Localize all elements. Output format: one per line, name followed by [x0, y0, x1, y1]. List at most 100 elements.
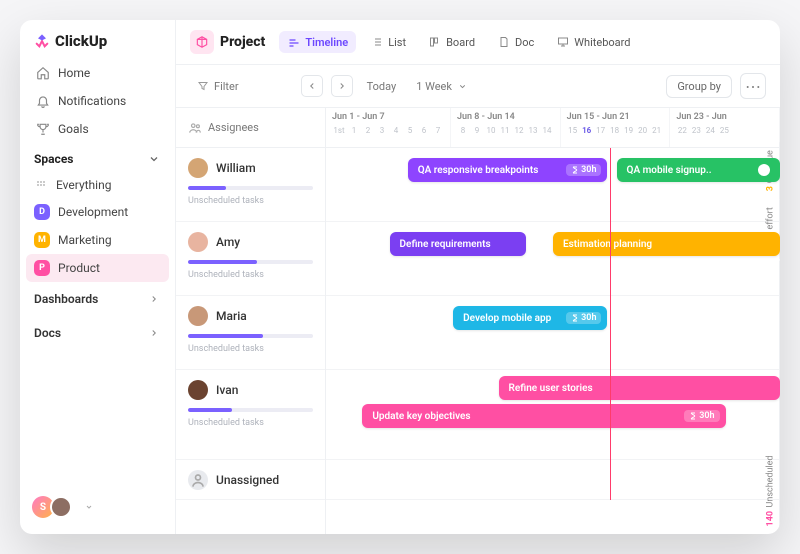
next-button[interactable] — [331, 75, 353, 97]
task-bar[interactable]: QA responsive breakpoints30h — [408, 158, 608, 182]
spaces-header[interactable]: Spaces — [20, 142, 175, 172]
task-bar[interactable]: Define requirements — [390, 232, 526, 256]
assignee-name-wrap: Amy — [188, 232, 313, 252]
space-badge: M — [34, 232, 50, 248]
board-icon — [428, 35, 442, 49]
avatar — [188, 380, 208, 400]
grid-icon — [34, 178, 48, 192]
assignee-row[interactable]: Maria Unscheduled tasks — [176, 296, 325, 370]
sidebar-item-everything[interactable]: Everything — [20, 172, 175, 198]
task-label: Develop mobile app — [463, 313, 551, 324]
prev-button[interactable] — [301, 75, 323, 97]
more-button[interactable]: ⋯ — [740, 73, 766, 99]
app-window: ClickUp Home Notifications Goals Spaces … — [20, 20, 780, 534]
filter-button[interactable]: Filter — [190, 76, 245, 96]
assignees-header-label: Assignees — [208, 121, 259, 134]
assignee-name-wrap: William — [188, 158, 313, 178]
view-tab-timeline[interactable]: Timeline — [279, 31, 356, 53]
space-badge: D — [34, 204, 50, 220]
toolbar: Filter Today 1 Week Group by ⋯ — [176, 65, 780, 108]
primary-nav: Home Notifications Goals — [20, 60, 175, 142]
unscheduled-label[interactable]: Unscheduled tasks — [188, 270, 313, 280]
assignee-name-wrap: Unassigned — [188, 470, 313, 490]
assignee-row[interactable]: William Unscheduled tasks — [176, 148, 325, 222]
progress-bar — [188, 408, 313, 412]
view-tab-whiteboard[interactable]: Whiteboard — [548, 31, 638, 53]
task-bar[interactable]: Refine user stories — [499, 376, 780, 400]
app-name: ClickUp — [55, 32, 107, 50]
task-label: Update key objectives — [372, 411, 470, 422]
task-bar[interactable]: QA mobile signup..i — [617, 158, 780, 182]
bell-icon — [36, 94, 50, 108]
nav-notifications[interactable]: Notifications — [26, 88, 169, 114]
view-tab-board[interactable]: Board — [420, 31, 483, 53]
groupby-button[interactable]: Group by — [666, 75, 732, 98]
view-tab-label: List — [388, 36, 406, 49]
chevron-down-icon — [456, 79, 470, 93]
nav-goals[interactable]: Goals — [26, 116, 169, 142]
nav-dashboards[interactable]: Dashboards — [20, 282, 175, 316]
sidebar-footer: S — [20, 488, 175, 526]
assignee-row[interactable]: Ivan Unscheduled tasks — [176, 370, 325, 460]
unscheduled-label[interactable]: Unscheduled tasks — [188, 344, 313, 354]
nav-home[interactable]: Home — [26, 60, 169, 86]
timeline-grid[interactable]: Jun 1 - Jun 71st1234567Jun 8 - Jun 14891… — [326, 108, 780, 534]
view-tab-list[interactable]: List — [362, 31, 414, 53]
nav-docs[interactable]: Docs — [20, 316, 175, 350]
chevron-down-icon — [147, 152, 161, 166]
user-avatar[interactable] — [50, 496, 72, 518]
filter-label: Filter — [214, 80, 239, 93]
timeline-lane — [326, 460, 780, 500]
chevron-right-icon — [147, 292, 161, 306]
range-select[interactable]: 1 Week — [410, 76, 476, 96]
day-numbers: 891011121314 — [457, 126, 554, 135]
app-logo[interactable]: ClickUp — [20, 32, 175, 60]
top-bar: Project Timeline List Board Doc Whiteboa… — [176, 20, 780, 65]
sidebar-item-development[interactable]: D Development — [20, 198, 175, 226]
nav-label: Home — [58, 66, 90, 80]
sidebar-item-marketing[interactable]: M Marketing — [20, 226, 175, 254]
sidebar-item-label: Marketing — [58, 233, 112, 247]
section-label: Dashboards — [34, 292, 98, 306]
day-numbers: 22232425 — [676, 126, 773, 135]
sidebar-item-label: Everything — [56, 178, 111, 192]
timeline-content: Assignees William Unscheduled tasks Amy Uns… — [176, 108, 780, 534]
assignee-name: Ivan — [216, 383, 238, 397]
view-tab-doc[interactable]: Doc — [489, 31, 542, 53]
info-icon: i — [758, 164, 770, 176]
whiteboard-icon — [556, 35, 570, 49]
doc-icon — [497, 35, 511, 49]
today-indicator — [610, 148, 611, 500]
range-label: 1 Week — [416, 80, 452, 93]
week-label: Jun 15 - Jun 21 — [567, 112, 664, 122]
assignee-name: Maria — [216, 309, 247, 323]
trophy-icon — [36, 122, 50, 136]
task-bar[interactable]: Estimation planning — [553, 232, 780, 256]
people-icon — [188, 121, 202, 135]
assignee-column: Assignees William Unscheduled tasks Amy Uns… — [176, 108, 326, 534]
progress-bar — [188, 334, 313, 338]
chevron-down-icon[interactable] — [82, 500, 96, 514]
assignee-row[interactable]: Amy Unscheduled tasks — [176, 222, 325, 296]
assignee-name-wrap: Maria — [188, 306, 313, 326]
task-label: Refine user stories — [509, 383, 593, 394]
assignees-header[interactable]: Assignees — [176, 108, 325, 148]
unscheduled-label[interactable]: Unscheduled tasks — [188, 418, 313, 428]
avatar — [188, 306, 208, 326]
assignee-name: Unassigned — [216, 473, 279, 487]
assignee-row[interactable]: Unassigned — [176, 460, 325, 500]
view-tab-label: Board — [446, 36, 475, 49]
task-bar[interactable]: Develop mobile app30h — [453, 306, 607, 330]
today-button[interactable]: Today — [361, 77, 403, 96]
view-tab-label: Doc — [515, 36, 534, 49]
sidebar-item-label: Development — [58, 205, 128, 219]
nav-label: Notifications — [58, 94, 126, 108]
sidebar-item-product[interactable]: P Product — [26, 254, 169, 282]
space-badge: P — [34, 260, 50, 276]
unscheduled-label[interactable]: Unscheduled tasks — [188, 196, 313, 206]
timeline-lane: QA responsive breakpoints30h QA mobile si… — [326, 148, 780, 222]
project-title: Project — [220, 34, 265, 50]
task-bar[interactable]: Update key objectives30h — [362, 404, 725, 428]
view-tab-label: Whiteboard — [574, 36, 630, 49]
timeline-lane: Develop mobile app30h — [326, 296, 780, 370]
